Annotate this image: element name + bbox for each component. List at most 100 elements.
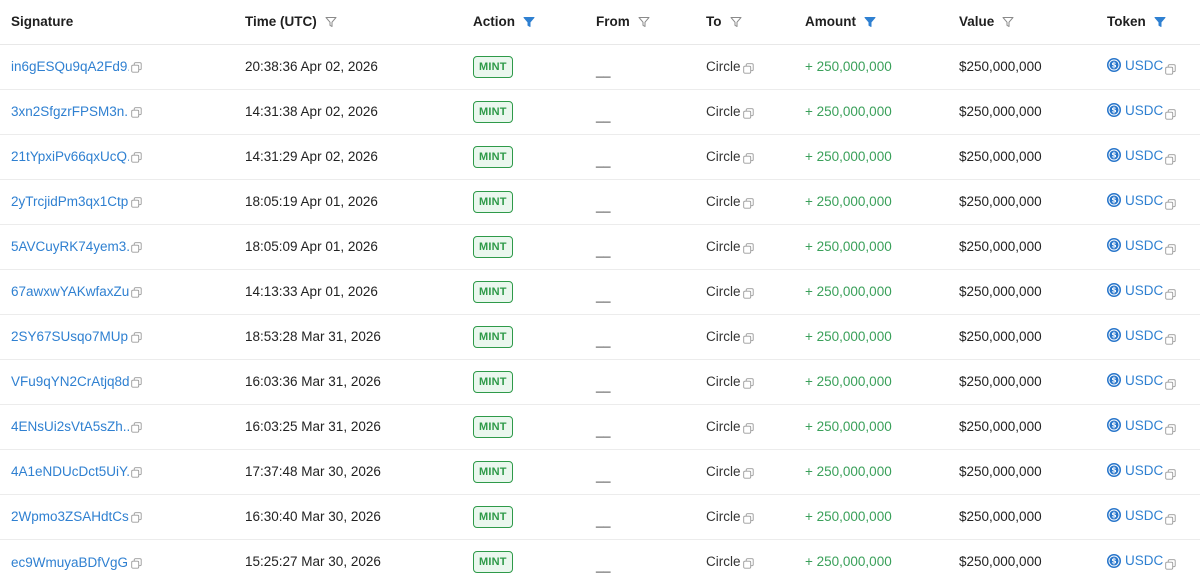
copy-icon[interactable] <box>1165 288 1176 300</box>
copy-icon[interactable] <box>1165 423 1176 435</box>
token-symbol: USDC <box>1125 282 1164 298</box>
to-address[interactable]: Circle <box>706 329 741 344</box>
table-row: 67awxwYAKwfaxZu... 14:13:33 Apr 01, 2026 M… <box>0 269 1200 314</box>
token-link[interactable]: $ USDC <box>1107 103 1163 118</box>
signature-link[interactable]: 4ENsUi2sVtA5sZh... <box>11 419 129 434</box>
action-badge: MINT <box>473 190 513 213</box>
filter-icon[interactable] <box>1002 16 1014 28</box>
signature-link[interactable]: 3xn2SfgzrFPSM3n... <box>11 104 129 119</box>
signature-link[interactable]: VFu9qYN2CrAtjq8d... <box>11 374 129 389</box>
copy-icon[interactable] <box>1165 468 1176 480</box>
column-header-label: To <box>706 14 722 30</box>
filter-icon[interactable] <box>638 16 650 28</box>
copy-icon[interactable] <box>131 151 142 164</box>
signature-link[interactable]: 4A1eNDUcDct5UiY... <box>11 464 129 479</box>
to-address[interactable]: Circle <box>706 284 741 299</box>
copy-icon[interactable] <box>1165 108 1176 120</box>
copy-icon[interactable] <box>1165 153 1176 165</box>
copy-icon[interactable] <box>742 197 754 209</box>
copy-icon[interactable] <box>131 511 142 524</box>
action-badge: MINT <box>473 235 513 258</box>
signature-link[interactable]: 2Wpmo3ZSAHdtCs... <box>11 509 129 524</box>
to-address[interactable]: Circle <box>706 374 741 389</box>
copy-icon[interactable] <box>742 287 754 299</box>
copy-icon[interactable] <box>1165 558 1176 571</box>
to-address[interactable]: Circle <box>706 194 741 209</box>
signature-cell: VFu9qYN2CrAtjq8d... <box>0 359 245 404</box>
token-symbol: USDC <box>1125 237 1164 253</box>
to-address[interactable]: Circle <box>706 554 741 569</box>
copy-icon[interactable] <box>1165 378 1176 390</box>
table-row: 4ENsUi2sVtA5sZh... 16:03:25 Mar 31, 2026 M… <box>0 404 1200 449</box>
token-link[interactable]: $ USDC <box>1107 373 1163 388</box>
column-header-label: Signature <box>11 14 74 30</box>
token-link[interactable]: $ USDC <box>1107 283 1163 298</box>
copy-icon[interactable] <box>131 106 142 119</box>
copy-icon[interactable] <box>742 242 754 254</box>
token-link[interactable]: $ USDC <box>1107 328 1163 343</box>
signature-link[interactable]: 67awxwYAKwfaxZu... <box>11 284 129 299</box>
copy-icon[interactable] <box>742 107 754 119</box>
value-cell: $250,000,000 <box>959 284 1042 299</box>
copy-icon[interactable] <box>131 376 142 389</box>
to-address[interactable]: Circle <box>706 419 741 434</box>
copy-icon[interactable] <box>131 466 142 479</box>
to-address[interactable]: Circle <box>706 239 741 254</box>
column-header-action: Action <box>473 0 596 44</box>
signature-link[interactable]: 2yTrcjidPm3qx1Ctp... <box>11 194 129 209</box>
copy-icon[interactable] <box>1165 513 1176 525</box>
copy-icon[interactable] <box>1165 333 1176 345</box>
token-link[interactable]: $ USDC <box>1107 238 1163 253</box>
token-link[interactable]: $ USDC <box>1107 193 1163 208</box>
token-link[interactable]: $ USDC <box>1107 418 1163 433</box>
action-badge: MINT <box>473 280 513 303</box>
filter-icon[interactable] <box>1154 16 1166 28</box>
copy-icon[interactable] <box>1165 63 1176 75</box>
copy-icon[interactable] <box>131 61 142 74</box>
to-address[interactable]: Circle <box>706 104 741 119</box>
to-address[interactable]: Circle <box>706 59 741 74</box>
copy-icon[interactable] <box>742 152 754 164</box>
signature-link[interactable]: 2SY67SUsqo7MUp... <box>11 329 129 344</box>
token-link[interactable]: $ USDC <box>1107 148 1163 163</box>
copy-icon[interactable] <box>742 62 754 74</box>
copy-icon[interactable] <box>1165 198 1176 210</box>
copy-icon[interactable] <box>742 512 754 524</box>
signature-link[interactable]: 5AVCuyRK74yem3... <box>11 239 129 254</box>
to-address[interactable]: Circle <box>706 509 741 524</box>
token-link[interactable]: $ USDC <box>1107 58 1163 73</box>
token-link[interactable]: $ USDC <box>1107 508 1163 523</box>
to-address[interactable]: Circle <box>706 464 741 479</box>
signature-link[interactable]: ec9WmuyaBDfVgG... <box>11 555 129 570</box>
amount-cell: + 250,000,000 <box>805 554 892 570</box>
copy-icon[interactable] <box>742 377 754 389</box>
signature-cell: 2yTrcjidPm3qx1Ctp... <box>0 179 245 224</box>
copy-icon[interactable] <box>742 332 754 344</box>
amount-cell: + 250,000,000 <box>805 149 892 164</box>
usdc-coin-icon: $ <box>1107 328 1121 343</box>
signature-link[interactable]: 21tYpxiPv66qxUcQ... <box>11 149 129 164</box>
signature-cell: 21tYpxiPv66qxUcQ... <box>0 134 245 179</box>
copy-icon[interactable] <box>131 196 142 209</box>
copy-icon[interactable] <box>1165 243 1176 255</box>
filter-icon[interactable] <box>523 16 535 28</box>
filter-icon[interactable] <box>325 16 337 28</box>
filter-icon[interactable] <box>730 16 742 28</box>
copy-icon[interactable] <box>131 286 142 299</box>
token-link[interactable]: $ USDC <box>1107 463 1163 478</box>
copy-icon[interactable] <box>742 557 754 569</box>
copy-icon[interactable] <box>131 331 142 344</box>
copy-icon[interactable] <box>131 421 142 434</box>
to-address[interactable]: Circle <box>706 149 741 164</box>
copy-icon[interactable] <box>131 241 142 254</box>
action-cell: MINT <box>473 89 596 134</box>
token-link[interactable]: $ USDC <box>1107 553 1163 568</box>
time-cell: 17:37:48 Mar 30, 2026 <box>245 464 381 479</box>
time-cell: 14:31:29 Apr 02, 2026 <box>245 149 378 164</box>
copy-icon[interactable] <box>131 557 142 569</box>
signature-link[interactable]: in6gESQu9qA2Fd9... <box>11 59 129 74</box>
copy-icon[interactable] <box>742 422 754 434</box>
time-cell: 20:38:36 Apr 02, 2026 <box>245 59 378 74</box>
filter-icon[interactable] <box>864 16 876 28</box>
copy-icon[interactable] <box>742 467 754 479</box>
